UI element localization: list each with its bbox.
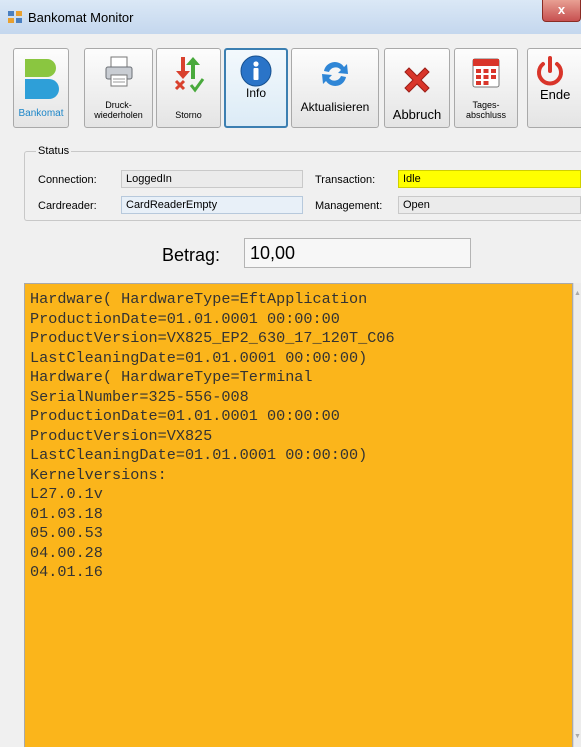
cancel-x-icon — [404, 67, 430, 93]
connection-field: LoggedIn — [121, 170, 303, 188]
log-line: 05.00.53 — [30, 524, 103, 542]
app-icon — [8, 11, 22, 23]
ende-button[interactable]: Ende — [527, 48, 581, 128]
storno-label: Storno — [175, 110, 202, 120]
abbruch-label: Abbruch — [392, 107, 442, 122]
cardreader-label: Cardreader: — [38, 200, 97, 212]
bankomat-logo-icon — [25, 59, 59, 99]
window-title: Bankomat Monitor — [28, 10, 134, 25]
log-line: ProductionDate=01.01.0001 00:00:00 — [30, 407, 340, 425]
log-textarea[interactable]: Hardware( HardwareType=EftApplication Pro… — [24, 283, 573, 747]
ende-label: Ende — [540, 87, 571, 102]
log-line: Hardware( HardwareType=EftApplication — [30, 290, 368, 308]
bankomat-button[interactable]: Bankomat — [13, 48, 69, 128]
info-button[interactable]: Info — [224, 48, 288, 128]
log-line: 01.03.18 — [30, 504, 103, 523]
log-line: 04.00.28 — [30, 543, 103, 562]
bankomat-label: Bankomat — [18, 108, 64, 119]
transaction-label: Transaction: — [315, 174, 376, 186]
cardreader-field: CardReaderEmpty — [121, 196, 303, 214]
log-line: 04.01.16 — [30, 563, 103, 581]
info-label: Info — [245, 86, 266, 100]
log-line: Kernelversions: — [30, 465, 167, 484]
management-field: Open — [398, 196, 581, 214]
title-bar: Bankomat Monitor x — [0, 0, 581, 34]
power-icon — [537, 56, 563, 86]
log-scrollbar[interactable] — [573, 283, 581, 747]
log-line: Hardware( HardwareType=Terminal — [30, 368, 313, 386]
log-line: LastCleaningDate=01.01.0001 00:00:00) — [30, 446, 368, 464]
log-line: ProductVersion=VX825_EP2_630_17_120T_C06 — [30, 329, 395, 347]
storno-icon — [174, 57, 204, 93]
connection-label: Connection: — [38, 174, 97, 186]
log-line: ProductionDate=01.01.0001 00:00:00 — [30, 309, 340, 328]
transaction-field: Idle — [398, 170, 581, 188]
storno-button[interactable]: Storno — [156, 48, 221, 128]
betrag-label: Betrag: — [162, 245, 221, 265]
scroll-up-arrow-icon[interactable]: ▲ — [574, 290, 581, 297]
info-icon — [240, 55, 272, 87]
abbruch-button[interactable]: Abbruch — [384, 48, 450, 128]
management-label: Management: — [315, 200, 383, 212]
log-line: SerialNumber=325-556-008 — [30, 387, 249, 406]
tagesabschluss-label: Tages- abschluss — [465, 100, 507, 120]
aktualisieren-label: Aktualisieren — [300, 100, 370, 114]
log-line: ProductVersion=VX825 — [30, 426, 213, 445]
druck-wiederholen-button[interactable]: Druck- wiederholen — [84, 48, 153, 128]
log-line: L27.0.1v — [30, 485, 103, 503]
scroll-down-arrow-icon[interactable]: ▼ — [574, 733, 581, 740]
betrag-field[interactable]: 10,00 — [244, 238, 471, 268]
calendar-icon — [472, 58, 500, 88]
log-line: LastCleaningDate=01.01.0001 00:00:00) — [30, 348, 368, 367]
refresh-icon — [322, 62, 348, 86]
tagesabschluss-button[interactable]: Tages- abschluss — [454, 48, 518, 128]
aktualisieren-button[interactable]: Aktualisieren — [291, 48, 379, 128]
status-group-label: Status — [36, 145, 72, 157]
close-button[interactable]: x — [542, 0, 581, 22]
printer-icon — [105, 56, 132, 87]
druck-wiederholen-label: Druck- wiederholen — [94, 100, 143, 120]
toolbar: Bankomat Druck- wiederholen Storno Info — [0, 34, 581, 134]
